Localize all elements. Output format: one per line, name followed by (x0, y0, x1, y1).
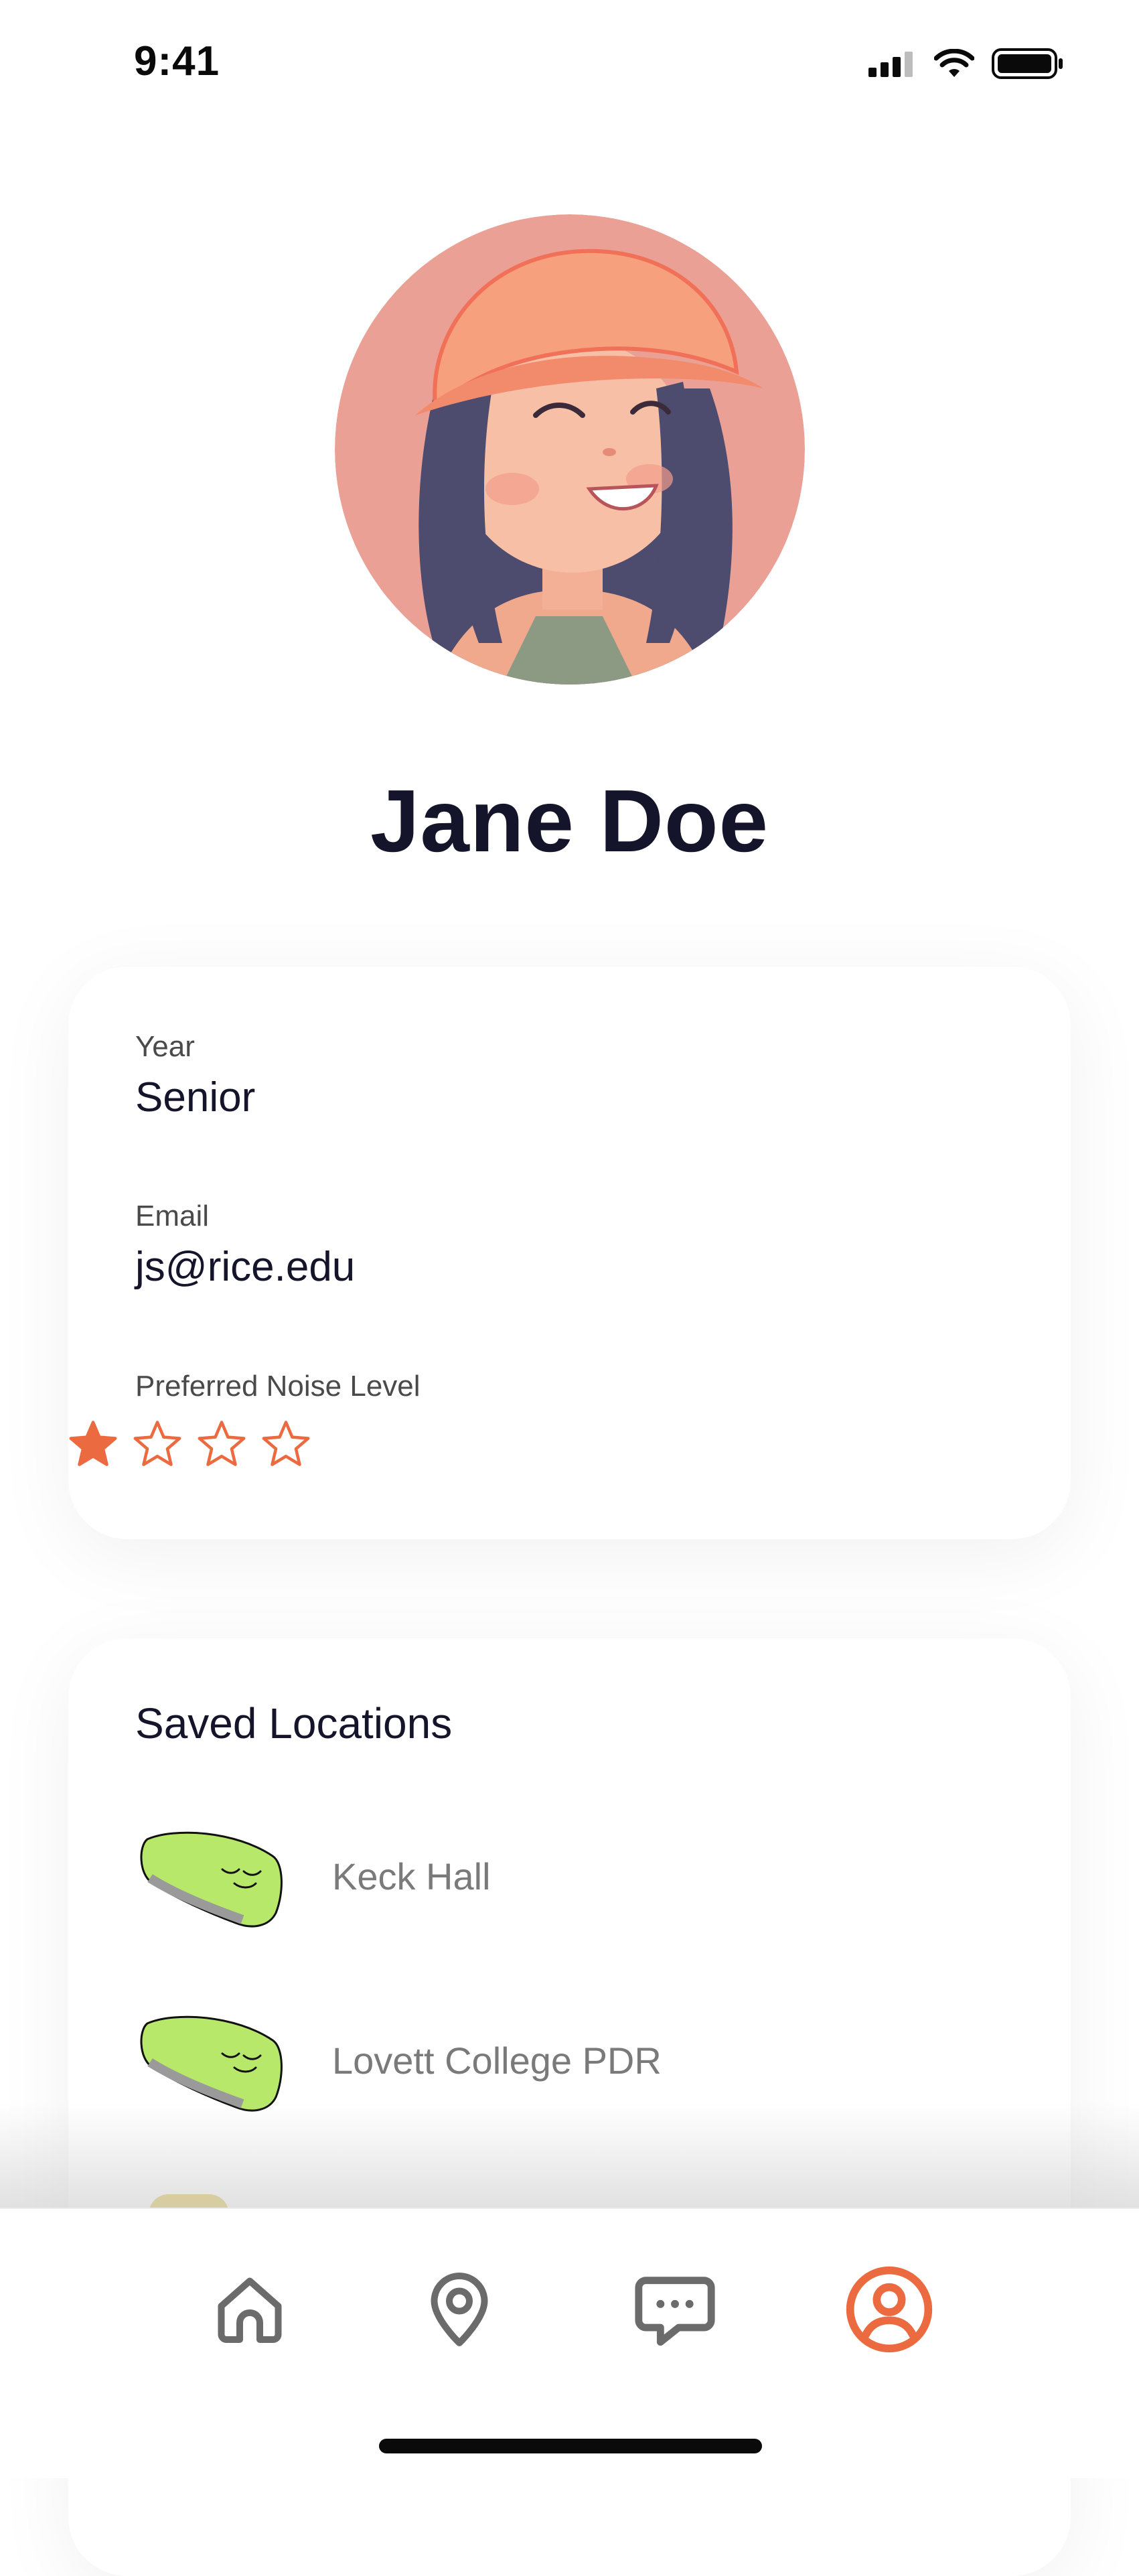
noise-level-label: Preferred Noise Level (135, 1370, 421, 1403)
saved-location-item[interactable]: Lovett College PDR (135, 2003, 662, 2117)
home-icon (218, 2277, 282, 2343)
profile-name: Jane Doe (370, 772, 769, 870)
green-pillow-icon (140, 2015, 283, 2112)
bottom-tab-bar (0, 2208, 1139, 2478)
star-filled-icon[interactable] (67, 1419, 119, 1470)
star-outline-icon[interactable] (260, 1419, 312, 1470)
status-icons (868, 47, 1064, 80)
tab-profile[interactable] (842, 2263, 936, 2356)
tab-home[interactable] (203, 2263, 297, 2356)
star-outline-icon[interactable] (196, 1419, 248, 1470)
tab-messages[interactable] (628, 2263, 722, 2356)
saved-locations-title: Saved Locations (135, 1699, 453, 1747)
saved-location-item[interactable]: Keck Hall (135, 1819, 491, 1933)
chat-icon (635, 2277, 715, 2346)
year-value: Senior (135, 1074, 256, 1121)
green-pillow-icon (140, 1831, 283, 1928)
tab-map[interactable] (412, 2263, 506, 2356)
year-label: Year (135, 1030, 195, 1063)
noise-level-rating[interactable] (67, 1419, 312, 1470)
home-indicator (379, 2439, 762, 2453)
battery-icon (992, 48, 1063, 79)
email-value: js@rice.edu (135, 1244, 356, 1290)
cellular-signal-icon (868, 52, 913, 77)
email-label: Email (135, 1200, 210, 1232)
saved-location-label: Lovett College PDR (332, 2039, 662, 2082)
profile-avatar[interactable] (335, 214, 805, 685)
profile-icon (846, 2266, 933, 2353)
saved-location-label: Keck Hall (332, 1855, 491, 1898)
wifi-icon (934, 49, 974, 77)
status-time: 9:41 (134, 38, 220, 84)
star-outline-icon[interactable] (131, 1419, 183, 1470)
map-pin-icon (431, 2273, 488, 2346)
status-bar: 9:41 (0, 0, 1139, 127)
scroll-fade (0, 2103, 1139, 2210)
